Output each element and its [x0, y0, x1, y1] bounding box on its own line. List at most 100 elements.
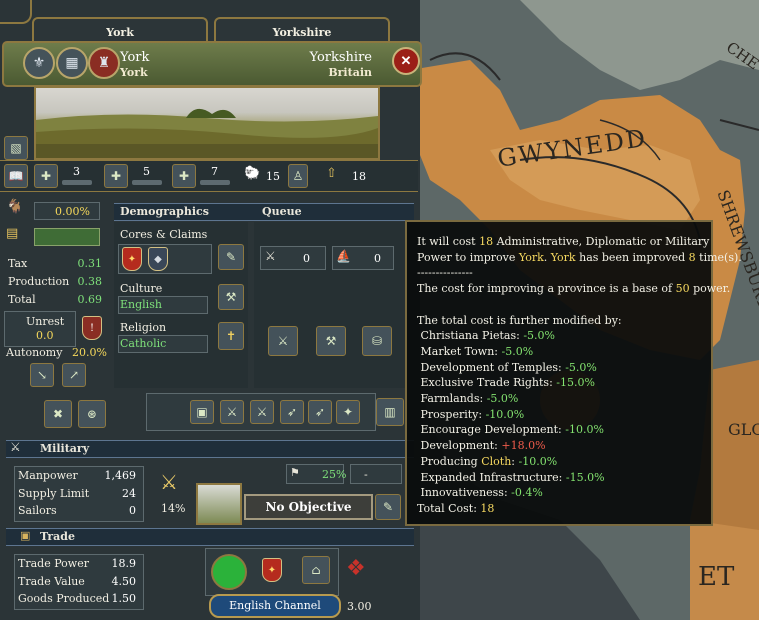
- sailors-value: 0: [129, 504, 136, 517]
- trade-status-indicator[interactable]: [211, 554, 247, 590]
- trade-icon: ▣: [20, 529, 31, 542]
- religion-value: Catholic: [120, 337, 167, 350]
- ledger-icon[interactable]: 📖: [4, 164, 28, 188]
- fort-icon[interactable]: ▦: [56, 47, 88, 79]
- total-development-value: 18: [352, 170, 366, 183]
- province-map-icon[interactable]: ▧: [4, 136, 28, 160]
- province-name: York: [120, 50, 150, 65]
- claim-shield-icon[interactable]: ◆: [148, 247, 168, 271]
- trade-value-value: 4.50: [111, 575, 137, 588]
- rebel-shield-icon[interactable]: !: [82, 316, 102, 340]
- devastation-value: 15: [266, 170, 280, 183]
- trade-node-button[interactable]: English Channel: [209, 594, 341, 618]
- siege-other-box: [350, 464, 402, 484]
- queue-units-value: 0: [303, 252, 310, 265]
- ships-icon: ⛵: [336, 249, 351, 263]
- queue-ships-value: 0: [374, 252, 381, 265]
- building-slot-1[interactable]: ▣: [190, 400, 214, 424]
- trade-power-label: Trade Power: [18, 557, 89, 570]
- army-image[interactable]: [196, 483, 242, 525]
- mil-development-value: 7: [211, 165, 218, 178]
- objective-edit-button[interactable]: ✎: [375, 494, 401, 520]
- dip-development-icon[interactable]: ✚: [104, 164, 128, 188]
- trade-value-label: Trade Value: [18, 575, 85, 588]
- supply-label: Supply Limit: [18, 487, 90, 500]
- adm-development-value: 3: [73, 165, 80, 178]
- building-slot-4[interactable]: ➶: [280, 400, 304, 424]
- devastation-icon: 🐑: [244, 166, 261, 181]
- fort-percent: 14%: [161, 502, 186, 515]
- siege-icon: ⚑: [290, 466, 300, 479]
- unrest-percent: 0.00%: [55, 205, 90, 218]
- autonomy-label: Autonomy: [6, 346, 63, 359]
- income-bar: [34, 228, 100, 246]
- unrest-label: Unrest: [26, 315, 65, 328]
- lower-autonomy-button[interactable]: ↘: [30, 363, 54, 387]
- close-button[interactable]: ✕: [392, 47, 420, 75]
- adm-development-icon[interactable]: ✚: [34, 164, 58, 188]
- state-name: Yorkshire: [309, 50, 372, 65]
- building-slot-6[interactable]: ✦: [336, 400, 360, 424]
- cores-action-button[interactable]: ✎: [218, 244, 244, 270]
- manpower-value: 1,469: [104, 469, 137, 482]
- building-slot-2[interactable]: ⚔: [220, 400, 244, 424]
- manpower-label: Manpower: [18, 469, 78, 482]
- recruit-button[interactable]: ⚔: [268, 326, 298, 356]
- merchant-button[interactable]: ⌂: [302, 556, 330, 584]
- trade-power-value: 18.9: [111, 557, 137, 570]
- siege-other-value: -: [364, 468, 368, 481]
- queue-title: Queue: [262, 205, 302, 218]
- dip-bar: [132, 180, 162, 185]
- dip-development-value: 5: [143, 165, 150, 178]
- diplomacy-button[interactable]: ✖: [44, 400, 72, 428]
- region-name: Britain: [328, 66, 372, 79]
- mil-development-icon[interactable]: ✚: [172, 164, 196, 188]
- tax-value: 0.31: [77, 257, 103, 270]
- production-value: 0.38: [77, 275, 103, 288]
- map-label-et: ET: [698, 562, 735, 592]
- map-label-glo: GLO: [728, 420, 759, 439]
- cloth-goods-icon: ❖: [346, 556, 366, 581]
- swords-icon: ⚔: [10, 440, 21, 454]
- trade-title: Trade: [40, 530, 75, 543]
- culture-convert-button[interactable]: ⚒: [218, 284, 244, 310]
- treasury-icon: ▤: [6, 226, 19, 241]
- building-slot-5[interactable]: ➶: [308, 400, 332, 424]
- total-label: Total: [8, 293, 36, 306]
- cores-label: Cores & Claims: [120, 228, 208, 241]
- unrest-value: 0.0: [36, 329, 54, 342]
- total-value: 0.69: [77, 293, 103, 306]
- goat-icon: 🐐: [6, 199, 24, 215]
- book-button[interactable]: ▥: [376, 398, 404, 426]
- england-core-shield-icon[interactable]: ✦: [122, 247, 142, 271]
- build-button[interactable]: ⚒: [316, 326, 346, 356]
- crossed-swords-icon: ⚔: [160, 470, 178, 494]
- building-slot-3[interactable]: ⚔: [250, 400, 274, 424]
- culture-label: Culture: [120, 282, 163, 295]
- religion-label: Religion: [120, 321, 167, 334]
- coat-of-arms-icon[interactable]: ♜: [88, 47, 120, 79]
- culture-value: English: [120, 298, 162, 311]
- trade-owner-shield-icon[interactable]: ✦: [262, 558, 282, 582]
- siege-percent: 25%: [322, 468, 347, 481]
- sailors-label: Sailors: [18, 504, 57, 517]
- no-objective-button[interactable]: No Objective: [244, 494, 373, 520]
- total-development-icon: ⇧: [326, 166, 337, 181]
- government-icon[interactable]: ⚜: [23, 47, 55, 79]
- estate-icon[interactable]: ♙: [288, 164, 308, 188]
- province-landscape-image: [34, 86, 380, 160]
- mil-bar: [200, 180, 230, 185]
- supply-value: 24: [122, 487, 136, 500]
- military-title: Military: [40, 442, 90, 455]
- province-capital: York: [120, 66, 148, 79]
- improve-province-tooltip: It will cost 18 Administrative, Diplomat…: [405, 220, 742, 526]
- goods-price-value: 3.00: [347, 600, 372, 613]
- raise-autonomy-button[interactable]: ↗: [62, 363, 86, 387]
- demographics-title: Demographics: [120, 205, 209, 218]
- catholic-cross-icon[interactable]: ✝: [218, 322, 244, 350]
- coins-button[interactable]: ⛁: [362, 326, 392, 356]
- production-label: Production: [8, 275, 70, 288]
- shield-button[interactable]: ⊛: [78, 400, 106, 428]
- adm-bar: [62, 180, 92, 185]
- goods-produced-value: 1.50: [111, 592, 137, 605]
